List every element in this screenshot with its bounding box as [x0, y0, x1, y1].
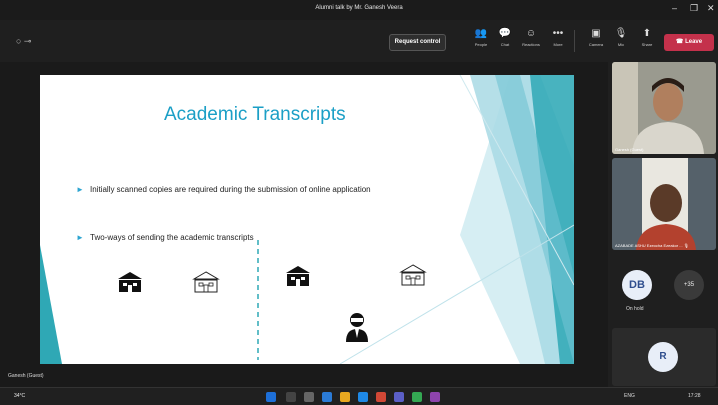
bullet-text: Initially scanned copies are required du… — [90, 185, 371, 194]
presenter-name-label: Ganesh (Guest) — [8, 373, 44, 379]
maximize-button[interactable]: ❐ — [690, 3, 698, 14]
slide-bullet: ► Initially scanned copies are required … — [76, 184, 406, 195]
avatar-db[interactable]: DB — [622, 270, 652, 300]
share-label: Share — [641, 42, 653, 47]
close-window-button[interactable]: ✕ — [707, 3, 715, 14]
shared-screen-stage: Academic Transcripts ► Initially scanned… — [0, 62, 608, 387]
windows-taskbar: 34°C ENG 17:28 — [0, 387, 718, 405]
share-button[interactable]: ⬆ Share — [632, 28, 662, 47]
chrome-icon[interactable] — [376, 392, 386, 402]
request-control-button[interactable]: Request control — [389, 34, 446, 51]
bullet-arrow-icon: ► — [76, 233, 84, 242]
store-icon[interactable] — [358, 392, 368, 402]
window-title: Alumni talk by Mr. Ganesh Veera — [315, 5, 403, 11]
toolbar-divider — [574, 30, 575, 52]
phone-hangup-icon: ☎ — [675, 39, 686, 45]
more-participants-button[interactable]: +35 — [674, 270, 704, 300]
edge-icon[interactable] — [322, 392, 332, 402]
university-icon — [118, 272, 142, 292]
reactions-icon: ☺ — [525, 28, 537, 39]
shield-icon: ○ ⊸ — [16, 36, 32, 46]
app-icon[interactable] — [430, 392, 440, 402]
participant-name: Ganesh (Guest) — [615, 147, 644, 152]
minimize-button[interactable]: – — [672, 3, 677, 13]
more-label: More — [553, 42, 563, 47]
search-icon[interactable] — [286, 392, 296, 402]
student-icon — [346, 313, 368, 342]
reactions-label: Reactions — [522, 42, 540, 47]
teams-icon[interactable] — [394, 392, 404, 402]
title-bar: Alumni talk by Mr. Ganesh Veera – ❐ ✕ — [0, 0, 718, 20]
leave-button[interactable]: ☎ Leave — [664, 34, 714, 51]
share-icon: ⬆ — [642, 28, 652, 39]
participant-name: AZABADE ASHU Ezeocha Ezeakor ... 🎙 — [615, 243, 689, 248]
weather-widget[interactable]: 34°C — [14, 393, 25, 399]
more-icon: ••• — [552, 28, 564, 39]
university-outline-icon — [192, 271, 220, 293]
participant-video — [612, 158, 716, 250]
participant-tile-r[interactable]: R — [612, 328, 716, 386]
clock[interactable]: 17:28 — [688, 393, 701, 399]
reactions-button[interactable]: ☺ Reactions — [516, 28, 546, 47]
participant-video-tile[interactable]: Ganesh (Guest) — [612, 62, 716, 154]
university-icon — [286, 266, 310, 286]
leave-label: Leave — [685, 39, 703, 45]
more-button[interactable]: ••• More — [543, 28, 573, 47]
participant-video — [612, 62, 716, 154]
participant-video-tile[interactable]: AZABADE ASHU Ezeocha Ezeakor ... 🎙 — [612, 158, 716, 250]
slide-title: Academic Transcripts — [164, 104, 346, 125]
university-outline-icon — [399, 264, 427, 286]
bullet-arrow-icon: ► — [76, 185, 84, 194]
bullet-text: Two-ways of sending the academic transcr… — [90, 233, 254, 242]
file-explorer-icon[interactable] — [340, 392, 350, 402]
avatar-r: R — [648, 342, 678, 372]
app-icon[interactable] — [412, 392, 422, 402]
task-view-icon[interactable] — [304, 392, 314, 402]
slide-bullet: ► Two-ways of sending the academic trans… — [76, 232, 406, 243]
on-hold-status: On hold — [626, 306, 644, 312]
language-indicator[interactable]: ENG — [624, 393, 635, 399]
presentation-slide: Academic Transcripts ► Initially scanned… — [40, 75, 574, 364]
start-icon[interactable] — [266, 392, 276, 402]
